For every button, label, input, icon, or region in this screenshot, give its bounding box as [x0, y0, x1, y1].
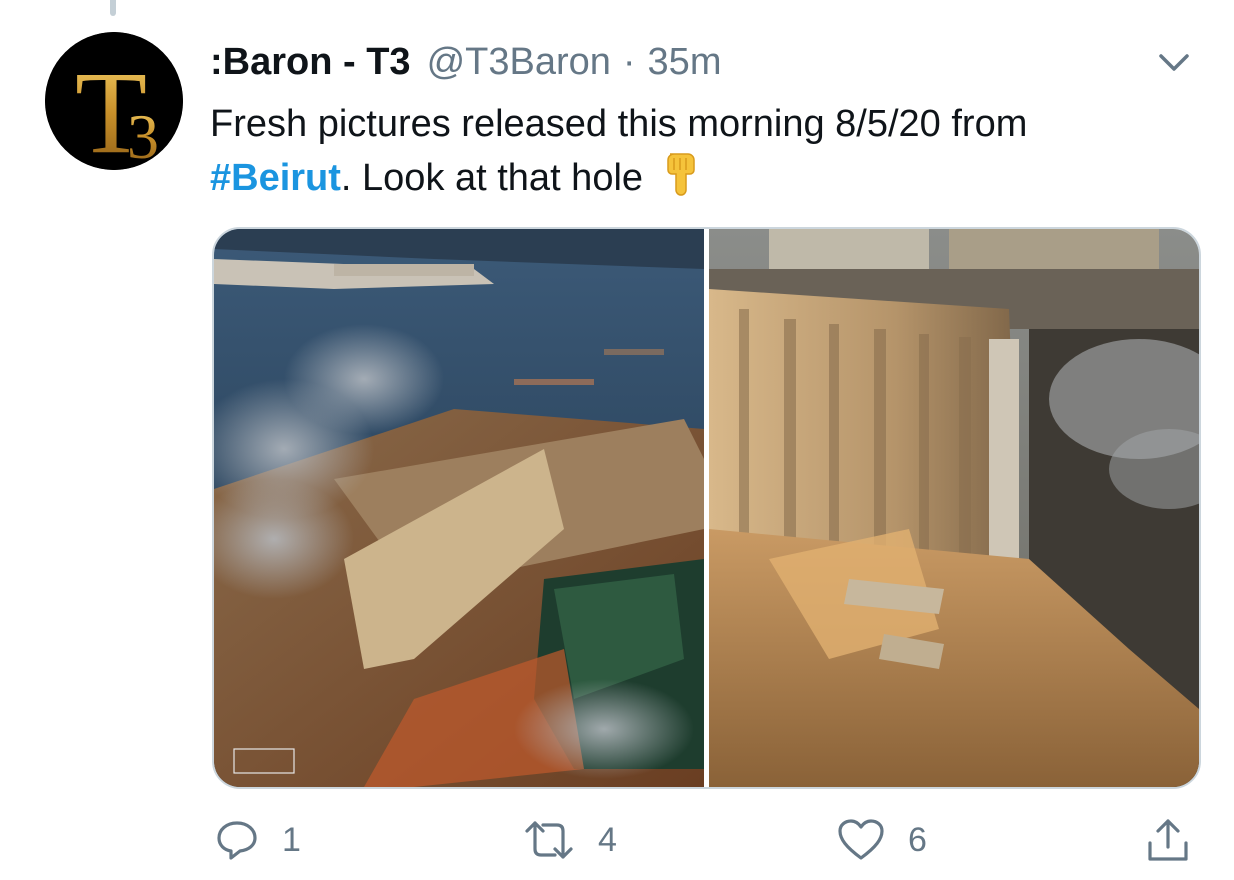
like-icon: [838, 819, 884, 860]
like-count: 6: [908, 820, 927, 859]
photo-aerial-port-silos[interactable]: [214, 229, 704, 787]
reply-button[interactable]: 1: [214, 808, 301, 872]
display-name[interactable]: :Baron - T3: [210, 41, 411, 84]
media-grid: [212, 227, 1201, 789]
retweet-button[interactable]: 4: [522, 808, 617, 872]
svg-text:3: 3: [127, 101, 159, 170]
chevron-down-icon[interactable]: [1156, 44, 1192, 80]
photo-silo-closeup[interactable]: [709, 229, 1199, 787]
pointing-down-hand-icon: [660, 150, 704, 210]
separator-dot: ·: [622, 40, 636, 83]
avatar[interactable]: T 3: [45, 32, 183, 170]
reply-count: 1: [282, 820, 301, 859]
tweet-text-part1: Fresh pictures released this morning 8/5…: [210, 103, 1028, 145]
handle[interactable]: @T3Baron: [427, 41, 611, 84]
retweet-icon: [525, 821, 573, 859]
t3-logo: T 3: [45, 32, 183, 170]
timestamp[interactable]: 35m: [648, 41, 722, 84]
share-icon: [1148, 819, 1188, 861]
tweet-actions: 1 4 6: [0, 808, 1234, 872]
reply-icon: [217, 821, 257, 860]
hashtag-link[interactable]: #Beirut: [210, 157, 341, 199]
thread-connector-line: [110, 0, 116, 16]
share-button[interactable]: [1144, 808, 1192, 872]
retweet-count: 4: [598, 820, 617, 859]
tweet-header: :Baron - T3 @T3Baron · 35m: [210, 38, 721, 86]
tweet-text: Fresh pictures released this morning 8/5…: [210, 98, 1200, 210]
like-button[interactable]: 6: [836, 808, 927, 872]
tweet-text-part2: . Look at that hole: [340, 157, 644, 199]
